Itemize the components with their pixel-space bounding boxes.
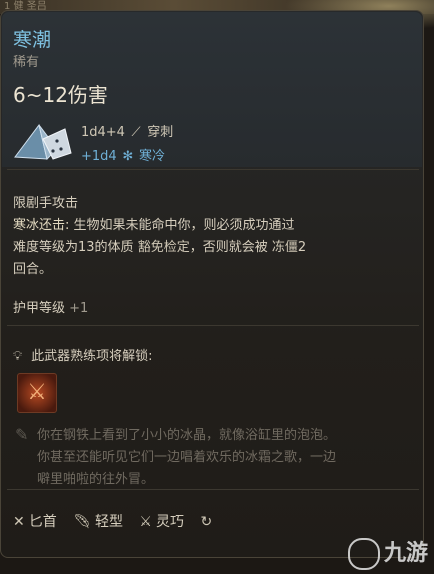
- divider: [7, 325, 419, 326]
- damage-dice-row: 1d4+4 ⟋ 穿刺: [81, 121, 173, 140]
- watermark-logo: 九游: [347, 535, 428, 570]
- ability-text-2b: ，否则就会被: [189, 240, 272, 255]
- watermark-text: 九游: [383, 541, 428, 566]
- property-label: 灵巧: [155, 514, 184, 530]
- save-link[interactable]: 豁免检定: [138, 240, 190, 255]
- ability-section: 限剧手攻击 寒冰还击: 生物如果未能命中你，则必须成功通过 难度等级为13的体质…: [13, 193, 306, 281]
- unlock-row: 💡︎ 此武器熟练项将解锁:: [13, 345, 153, 364]
- item-tooltip: 寒潮 稀有 6~12伤害 1d4+4 ⟋ 穿刺 +1d4 ✻ 寒冷 限剧手攻击 …: [0, 10, 424, 558]
- damage-range: 6~12伤害: [13, 83, 108, 107]
- armor-label: 护甲等级: [13, 301, 66, 316]
- status-link[interactable]: 冻僵: [272, 240, 298, 255]
- dagger-icon: ⟋: [131, 125, 141, 140]
- property-more: ↻: [200, 514, 216, 530]
- hook-icon: ↻: [200, 514, 213, 530]
- snowflake-icon: ✻: [122, 149, 134, 164]
- armor-class: 护甲等级 +1: [13, 297, 88, 316]
- crossed-daggers-icon: ✕: [13, 514, 25, 530]
- ability-type: 限剧手攻击: [13, 196, 79, 211]
- ability-name: 寒冰还击:: [13, 218, 70, 233]
- lore-line-1: 你在钢铁上看到了小小的冰晶，就像浴缸里的泡泡。: [37, 428, 337, 443]
- divider: [7, 489, 419, 490]
- ability-text-2a: 难度等级为13的体质: [13, 240, 138, 255]
- bonus-type: 寒冷: [138, 149, 165, 164]
- divider: [7, 169, 419, 170]
- feather-icon: 🪶︎: [73, 514, 91, 530]
- lightbulb-icon: 💡︎: [13, 349, 23, 364]
- lore-line-2: 你甚至还能听见它们一边唱着欢乐的冰霜之歌，一边: [37, 450, 337, 465]
- property-finesse: ⚔︎ 灵巧: [139, 511, 184, 531]
- lore-text: 你在钢铁上看到了小小的冰晶，就像浴缸里的泡泡。 你甚至还能听见它们一边唱着欢乐的…: [37, 425, 417, 491]
- armor-value: +1: [69, 301, 89, 316]
- lore-line-3: 噼里啪啦的往外冒。: [37, 472, 155, 487]
- damage-type: 穿刺: [147, 125, 174, 140]
- unlock-label: 此武器熟练项将解锁:: [31, 349, 153, 364]
- bonus-dice-row: +1d4 ✻ 寒冷: [81, 145, 165, 164]
- item-rarity: 稀有: [13, 55, 40, 70]
- property-label: 匕首: [28, 514, 57, 530]
- property-light: 🪶︎ 轻型: [73, 511, 123, 531]
- property-label: 轻型: [94, 514, 123, 530]
- ability-text-1: 生物如果未能命中你，则必须成功通过: [69, 218, 295, 233]
- ability-text-3: 回合。: [13, 262, 53, 277]
- ability-text-2c: 2: [297, 240, 307, 255]
- weapon-action-icon[interactable]: ⚔: [17, 373, 57, 413]
- dice-icon: [14, 123, 72, 160]
- property-dagger: ✕ 匕首: [13, 511, 57, 531]
- watermark-icon: [347, 538, 380, 570]
- damage-dice: 1d4+4: [81, 125, 125, 140]
- ability-line-2: 难度等级为13的体质 豁免检定，否则就会被 冻僵2: [13, 237, 306, 259]
- weapon-properties: ✕ 匕首 🪶︎ 轻型 ⚔︎ 灵巧 ↻: [13, 511, 228, 531]
- ability-line-1: 寒冰还击: 生物如果未能命中你，则必须成功通过: [13, 215, 306, 237]
- finesse-icon: ⚔︎: [139, 514, 152, 530]
- item-name: 寒潮: [13, 29, 52, 51]
- quill-icon: ✎: [15, 425, 29, 444]
- bonus-dice: +1d4: [81, 149, 117, 164]
